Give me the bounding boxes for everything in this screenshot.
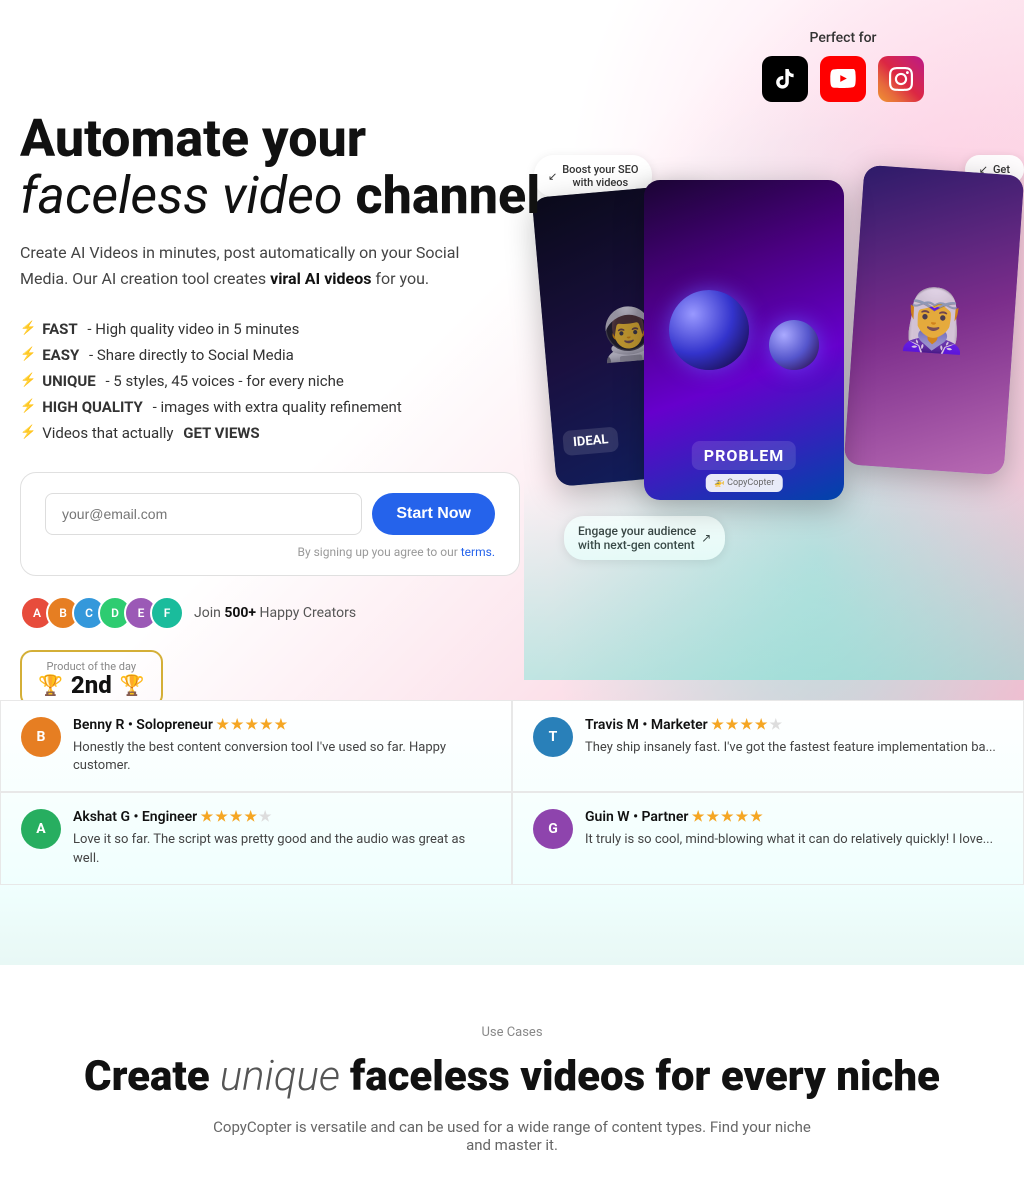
reviewer-avatar-3: A	[21, 809, 61, 849]
use-cases-subtitle: CopyCopter is versatile and can be used …	[212, 1118, 812, 1154]
hero-subtitle: Create AI Videos in minutes, post automa…	[20, 240, 500, 291]
orb-large	[669, 290, 749, 370]
heading-line1: Automate your	[20, 108, 366, 169]
hero-left-content: Automate your faceless video channel Cre…	[20, 30, 550, 700]
creators-row: A B C D E F Join 500+ Happy Creators	[20, 596, 550, 630]
email-input[interactable]	[45, 493, 362, 535]
avatar-6: F	[150, 596, 184, 630]
feature-easy: EASY - Share directly to Social Media	[20, 346, 550, 364]
review-text-1: Honestly the best content conversion too…	[73, 739, 491, 775]
laurel-right-icon: 🏆	[120, 673, 145, 697]
reviewer-name-4: Guin W • Partner ★★★★★	[585, 809, 993, 829]
review-content-3: Akshat G • Engineer ★★★★★ Love it so far…	[73, 809, 491, 867]
use-cases-heading-normal: unique	[210, 1052, 350, 1101]
review-text-2: They ship insanely fast. I've got the fa…	[585, 739, 996, 757]
creators-text: Join 500+ Happy Creators	[194, 605, 356, 621]
reviewer-avatar-4: G	[533, 809, 573, 849]
feature-views: Videos that actually GET VIEWS	[20, 424, 550, 442]
review-text-4: It truly is so cool, mind-blowing what i…	[585, 831, 993, 849]
heading-line2-normal: faceless video	[20, 165, 343, 226]
email-form-container: Start Now By signing up you agree to our…	[20, 472, 520, 576]
review-content-1: Benny R • Solopreneur ★★★★★ Honestly the…	[73, 717, 491, 775]
use-cases-label: Use Cases	[20, 1025, 1004, 1040]
divider-section	[0, 885, 1024, 965]
use-cases-heading-bold1: Create	[84, 1052, 210, 1101]
reviewer-name-2: Travis M • Marketer ★★★★★	[585, 717, 996, 737]
laurel-left-icon: 🏆	[38, 673, 63, 697]
gradient-bg	[524, 480, 1024, 680]
terms-link[interactable]: terms.	[461, 545, 495, 559]
subtitle-end: for you.	[371, 269, 429, 288]
start-now-button[interactable]: Start Now	[372, 493, 495, 535]
avatars-group: A B C D E F	[20, 596, 184, 630]
badge-rank: 2nd	[71, 673, 112, 697]
use-cases-section: Use Cases Create unique faceless videos …	[0, 965, 1024, 1194]
reviewer-avatar-1: B	[21, 717, 61, 757]
space-orbs	[669, 290, 819, 370]
review-card-4: G Guin W • Partner ★★★★★ It truly is so …	[512, 792, 1024, 884]
problem-card-label: PROBLEM	[692, 441, 796, 470]
feature-list: FAST - High quality video in 5 minutes E…	[20, 320, 550, 442]
badge-laurels: 🏆 2nd 🏆	[38, 673, 145, 697]
space-card: PROBLEM 🚁 CopyCopter	[644, 180, 844, 500]
review-card-3: A Akshat G • Engineer ★★★★★ Love it so f…	[0, 792, 512, 884]
terms-text: By signing up you agree to our terms.	[45, 545, 495, 559]
subtitle-highlight: viral AI videos	[270, 269, 371, 288]
hero-section: Perfect for Au	[0, 0, 1024, 700]
feature-unique: UNIQUE - 5 styles, 45 voices - for every…	[20, 372, 550, 390]
feature-fast: FAST - High quality video in 5 minutes	[20, 320, 550, 338]
product-badge: Product of the day 🏆 2nd 🏆	[20, 650, 163, 700]
hero-heading: Automate your faceless video channel	[20, 110, 550, 224]
email-form: Start Now	[45, 493, 495, 535]
feature-quality: HIGH QUALITY - images with extra quality…	[20, 398, 550, 416]
girl-emoji: 🧝‍♀️	[894, 282, 973, 358]
use-cases-heading-bold2: faceless videos for every niche	[350, 1052, 940, 1101]
reviews-section: B Benny R • Solopreneur ★★★★★ Honestly t…	[0, 700, 1024, 885]
heading-line2-bold: channel	[356, 165, 541, 226]
girl-card: 🧝‍♀️	[844, 165, 1024, 475]
reviews-grid: B Benny R • Solopreneur ★★★★★ Honestly t…	[0, 700, 1024, 885]
ideal-card-label: IDEAL	[562, 426, 619, 456]
reviewer-name-1: Benny R • Solopreneur ★★★★★	[73, 717, 491, 737]
copycopter-badge: 🚁 CopyCopter	[706, 474, 783, 492]
review-text-3: Love it so far. The script was pretty go…	[73, 831, 491, 867]
review-card-2: T Travis M • Marketer ★★★★★ They ship in…	[512, 700, 1024, 792]
use-cases-heading: Create unique faceless videos for every …	[20, 1052, 1004, 1102]
reviewer-avatar-2: T	[533, 717, 573, 757]
orb-small	[769, 320, 819, 370]
review-card-1: B Benny R • Solopreneur ★★★★★ Honestly t…	[0, 700, 512, 792]
reviewer-name-3: Akshat G • Engineer ★★★★★	[73, 809, 491, 829]
review-content-4: Guin W • Partner ★★★★★ It truly is so co…	[585, 809, 993, 849]
hero-right-visuals: ↙ Boost your SEOwith videos ↙ Get 👨‍🚀 ID…	[524, 0, 1024, 680]
review-content-2: Travis M • Marketer ★★★★★ They ship insa…	[585, 717, 996, 757]
